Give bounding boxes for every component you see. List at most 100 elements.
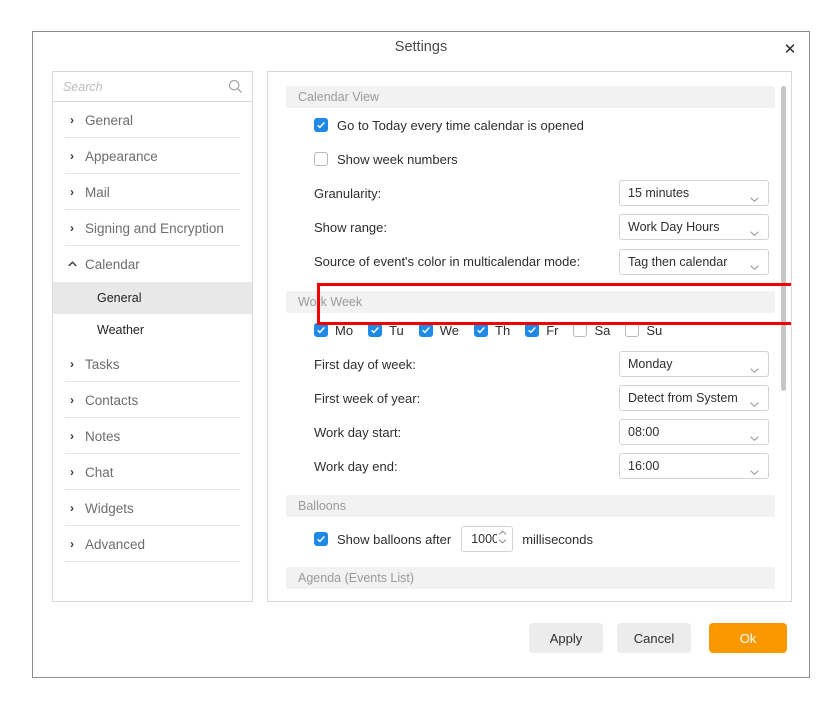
- chevron-right-icon: ›: [70, 357, 74, 371]
- checkbox-label: Fr: [546, 322, 559, 338]
- search-input[interactable]: [53, 72, 218, 101]
- sidebar-nav: › General › Appearance › Mail › Signing …: [53, 102, 252, 562]
- chevron-down-icon: [749, 463, 760, 475]
- row-label: Source of event's color in multicalendar…: [314, 254, 581, 269]
- scrollbar-thumb[interactable]: [781, 86, 786, 391]
- chevron-right-icon: ›: [70, 465, 74, 479]
- chevron-down-icon: [749, 361, 760, 373]
- sidebar-item-label: Contacts: [85, 392, 139, 408]
- chevron-down-icon: [749, 190, 760, 202]
- checkbox-day-th[interactable]: Th: [474, 323, 510, 338]
- dropdown-granularity[interactable]: 15 minutes: [619, 180, 769, 206]
- chevron-right-icon: ›: [70, 185, 74, 199]
- content-scrollbar[interactable]: [779, 74, 788, 599]
- section-header-balloons: Balloons: [286, 495, 775, 517]
- sidebar-item-label: Signing and Encryption: [85, 220, 224, 236]
- sidebar-item-general[interactable]: › General: [53, 102, 252, 138]
- dropdown-value: 16:00: [628, 459, 660, 473]
- chevron-right-icon: ›: [70, 537, 74, 551]
- row-first-week-of-year: First week of year: Detect from System: [286, 381, 775, 415]
- checkbox-day-sa[interactable]: Sa: [573, 323, 610, 338]
- section-header-work-week: Work Week: [286, 291, 775, 313]
- row-work-day-end: Work day end: 16:00: [286, 449, 775, 483]
- checkbox-label: Show balloons after: [337, 531, 452, 547]
- checkbox-icon[interactable]: [314, 532, 328, 546]
- row-label: Show range:: [314, 219, 387, 235]
- row-label: First day of week:: [314, 356, 416, 372]
- dropdown-value: Monday: [628, 357, 673, 371]
- row-granularity: Granularity: 15 minutes: [286, 176, 775, 210]
- sidebar-item-label: General: [85, 112, 134, 128]
- row-show-balloons: Show balloons after milliseconds: [286, 517, 775, 561]
- ok-button[interactable]: Ok: [709, 623, 787, 653]
- dropdown-first-day-of-week[interactable]: Monday: [619, 351, 769, 377]
- sidebar-item-appearance[interactable]: › Appearance: [53, 138, 252, 174]
- checkbox-day-we[interactable]: We: [418, 323, 459, 338]
- dialog-footer: Apply Cancel Ok: [33, 605, 809, 677]
- search-icon: [228, 79, 243, 94]
- checkbox-icon[interactable]: [314, 118, 328, 132]
- checkbox-day-su[interactable]: Su: [625, 323, 662, 338]
- chevron-right-icon: ›: [70, 429, 74, 443]
- sidebar-item-calendar-general[interactable]: General: [53, 282, 252, 314]
- checkbox-day-mo[interactable]: Mo: [314, 323, 353, 338]
- row-label: First week of year:: [314, 390, 421, 406]
- cancel-button[interactable]: Cancel: [617, 623, 691, 653]
- dropdown-work-day-end[interactable]: 16:00: [619, 453, 769, 479]
- section-header-agenda: Agenda (Events List): [286, 567, 775, 589]
- balloon-delay-stepper[interactable]: [461, 526, 514, 552]
- sidebar-item-chat[interactable]: › Chat: [53, 454, 252, 490]
- checkbox-show-balloons[interactable]: Show balloons after: [286, 532, 451, 547]
- apply-button[interactable]: Apply: [529, 623, 603, 653]
- checkbox-icon[interactable]: [525, 323, 540, 337]
- sidebar-item-label: Chat: [85, 464, 114, 480]
- sidebar-item-signing-and-encryption[interactable]: › Signing and Encryption: [53, 210, 252, 246]
- row-label: Granularity:: [314, 185, 382, 201]
- checkbox-label: Go to Today every time calendar is opene…: [337, 117, 584, 133]
- close-icon[interactable]: ✕: [777, 36, 803, 62]
- settings-dialog: Settings ✕ › General › Appearance: [32, 31, 810, 678]
- sidebar-item-label: Weather: [97, 323, 145, 337]
- dropdown-show-range[interactable]: Work Day Hours: [619, 214, 769, 240]
- sidebar-item-label: Advanced: [85, 536, 146, 552]
- sidebar-item-tasks[interactable]: › Tasks: [53, 346, 252, 382]
- stepper-arrows[interactable]: [498, 530, 507, 544]
- checkbox-label: Th: [495, 322, 511, 338]
- row-work-day-start: Work day start: 08:00: [286, 415, 775, 449]
- sidebar-item-advanced[interactable]: › Advanced: [53, 526, 252, 562]
- dropdown-work-day-start[interactable]: 08:00: [619, 419, 769, 445]
- dropdown-event-color-source[interactable]: Tag then calendar: [619, 248, 769, 275]
- sidebar-item-widgets[interactable]: › Widgets: [53, 490, 252, 526]
- checkbox-label: Tu: [389, 322, 404, 338]
- balloon-delay-input[interactable]: [469, 531, 500, 547]
- dropdown-value: Tag then calendar: [628, 254, 728, 269]
- sidebar-search[interactable]: [53, 72, 252, 102]
- checkbox-icon[interactable]: [368, 323, 383, 337]
- chevron-right-icon: ›: [70, 113, 74, 127]
- checkbox-show-week-numbers[interactable]: Show week numbers: [286, 152, 458, 167]
- sidebar-item-label: Calendar: [85, 256, 140, 272]
- checkbox-icon[interactable]: [474, 323, 489, 337]
- checkbox-icon[interactable]: [314, 323, 328, 337]
- checkbox-day-tu[interactable]: Tu: [368, 323, 404, 338]
- checkbox-icon[interactable]: [625, 323, 640, 337]
- page-title: Settings: [394, 39, 448, 55]
- sidebar-item-calendar[interactable]: Calendar: [53, 246, 252, 282]
- checkbox-icon[interactable]: [573, 323, 588, 337]
- checkbox-icon[interactable]: [314, 152, 328, 166]
- row-label: Work day end:: [314, 458, 398, 474]
- sidebar-item-calendar-weather[interactable]: Weather: [53, 314, 252, 346]
- chevron-right-icon: ›: [70, 149, 74, 163]
- sidebar-item-label: Mail: [85, 184, 110, 200]
- sidebar-item-notes[interactable]: › Notes: [53, 418, 252, 454]
- row-event-color-source: Source of event's color in multicalendar…: [286, 244, 775, 279]
- sidebar-item-mail[interactable]: › Mail: [53, 174, 252, 210]
- dropdown-value: 15 minutes: [628, 186, 690, 200]
- checkbox-go-to-today[interactable]: Go to Today every time calendar is opene…: [286, 118, 584, 133]
- sidebar-item-label: General: [97, 291, 142, 305]
- checkbox-icon[interactable]: [418, 323, 433, 337]
- chevron-up-icon: [59, 259, 85, 270]
- checkbox-day-fr[interactable]: Fr: [525, 323, 558, 338]
- dropdown-first-week-of-year[interactable]: Detect from System: [619, 385, 769, 411]
- sidebar-item-contacts[interactable]: › Contacts: [53, 382, 252, 418]
